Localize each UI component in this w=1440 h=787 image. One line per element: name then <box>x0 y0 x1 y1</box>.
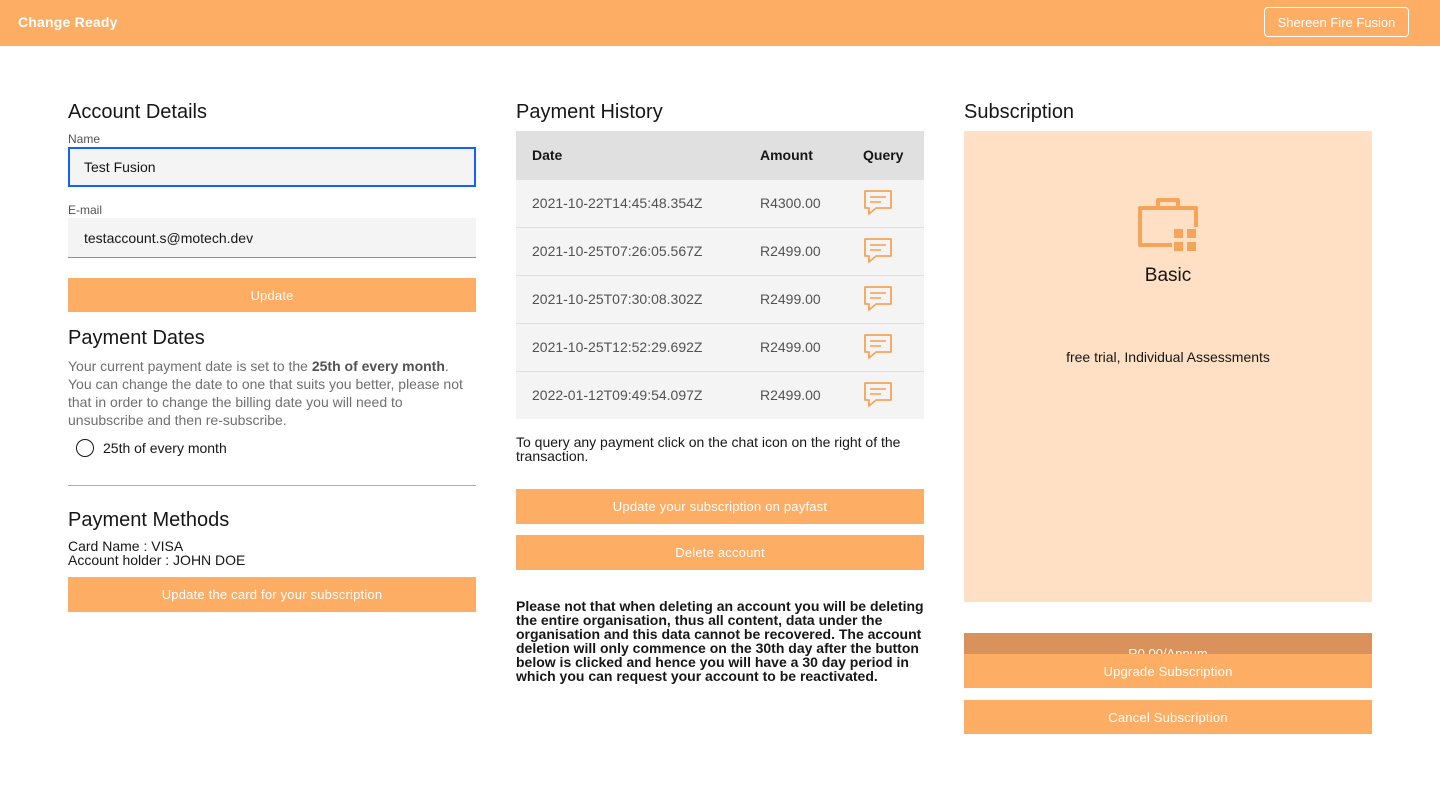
name-label: Name <box>68 132 101 146</box>
payment-dates-heading: Payment Dates <box>68 327 205 349</box>
chat-icon[interactable] <box>863 237 893 265</box>
payment-dates-description: Your current payment date is set to the … <box>68 357 476 429</box>
update-card-button[interactable]: Update the card for your subscription <box>68 577 476 612</box>
query-note: To query any payment click on the chat i… <box>516 434 901 464</box>
column-header-date: Date <box>516 131 744 179</box>
update-payfast-button[interactable]: Update your subscription on payfast <box>516 489 924 524</box>
query-cell <box>847 370 924 419</box>
payment-date-highlight: 25th of every month <box>311 358 445 374</box>
email-label: E-mail <box>68 203 103 217</box>
top-bar: Change Ready Shereen Fire Fusion <box>0 0 1440 46</box>
delete-account-button[interactable]: Delete account <box>516 535 924 570</box>
briefcase-icon <box>1138 198 1198 251</box>
plan-name: Basic <box>1144 265 1192 286</box>
payment-amount-cell: R2499.00 <box>744 274 847 323</box>
user-menu-button[interactable]: Shereen Fire Fusion <box>1264 7 1409 37</box>
chat-icon[interactable] <box>863 189 893 217</box>
column-header-query: Query <box>847 131 924 179</box>
email-input[interactable]: testaccount.s@motech.dev <box>68 218 476 258</box>
table-row: 2021-10-22T14:45:48.354Z R4300.00 <box>516 178 924 227</box>
delete-warning: Please not that when deleting an account… <box>516 598 924 684</box>
query-cell <box>847 226 924 275</box>
card-name: Card Name : VISA <box>68 538 184 554</box>
payment-amount-cell: R4300.00 <box>744 178 847 227</box>
table-row: 2021-10-25T07:26:05.567Z R2499.00 <box>516 226 924 275</box>
table-row: 2021-10-25T12:52:29.692Z R2499.00 <box>516 322 924 371</box>
payment-amount-cell: R2499.00 <box>744 226 847 275</box>
payment-date-cell: 2021-10-25T07:30:08.302Z <box>516 274 744 323</box>
query-cell <box>847 178 924 227</box>
account-details-heading: Account Details <box>68 101 207 123</box>
name-input[interactable]: Test Fusion <box>68 147 476 187</box>
section-divider <box>68 485 476 486</box>
cancel-subscription-button[interactable]: Cancel Subscription <box>964 700 1372 734</box>
column-header-amount: Amount <box>744 131 847 179</box>
radio-button[interactable] <box>76 439 94 457</box>
table-row: 2022-01-12T09:49:54.097Z R2499.00 <box>516 370 924 419</box>
payment-date-option[interactable]: 25th of every month <box>76 439 227 457</box>
app-title[interactable]: Change Ready <box>18 14 118 30</box>
upgrade-subscription-button[interactable]: Upgrade Subscription <box>964 654 1372 688</box>
subscription-card: Basic free trial, Individual Assessments… <box>964 131 1372 673</box>
query-cell <box>847 322 924 371</box>
payment-date-option-label: 25th of every month <box>103 440 227 456</box>
account-holder: Account holder : JOHN DOE <box>68 552 246 568</box>
query-cell <box>847 274 924 323</box>
plan-description: free trial, Individual Assessments <box>1066 349 1270 365</box>
chat-icon[interactable] <box>863 285 893 313</box>
table-header-row: Date Amount Query <box>516 131 924 179</box>
payment-date-cell: 2021-10-25T12:52:29.692Z <box>516 322 744 371</box>
payment-methods-heading: Payment Methods <box>68 509 230 531</box>
payment-dates-text-before: Your current payment date is set to the <box>68 358 312 374</box>
payment-history-heading: Payment History <box>516 101 663 123</box>
payment-date-cell: 2021-10-22T14:45:48.354Z <box>516 178 744 227</box>
payment-history-table: Date Amount Query 2021-10-22T14:45:48.35… <box>516 131 924 419</box>
chat-icon[interactable] <box>863 333 893 361</box>
payment-amount-cell: R2499.00 <box>744 322 847 371</box>
payment-date-cell: 2021-10-25T07:26:05.567Z <box>516 226 744 275</box>
payment-date-cell: 2022-01-12T09:49:54.097Z <box>516 370 744 419</box>
subscription-heading: Subscription <box>964 101 1075 123</box>
table-row: 2021-10-25T07:30:08.302Z R2499.00 <box>516 274 924 323</box>
payment-amount-cell: R2499.00 <box>744 370 847 419</box>
update-button[interactable]: Update <box>68 278 476 312</box>
chat-icon[interactable] <box>863 381 893 409</box>
payment-history-body: 2021-10-22T14:45:48.354Z R4300.00 2021-10-… <box>516 178 924 419</box>
